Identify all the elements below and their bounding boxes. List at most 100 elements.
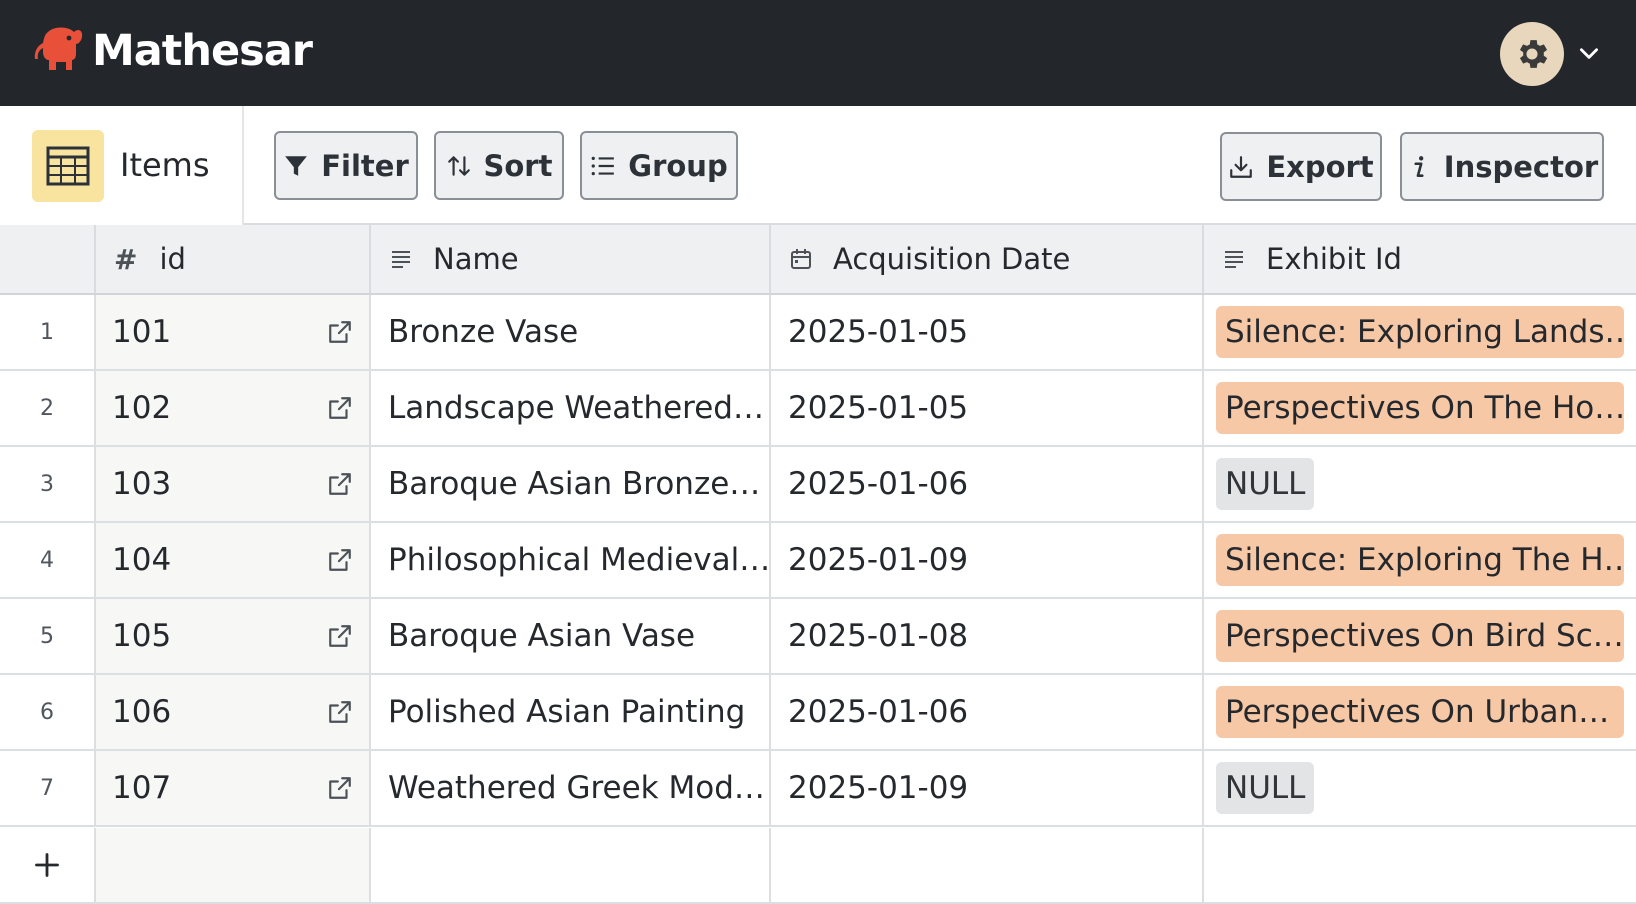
name-value: Weathered Greek Mod…	[388, 770, 765, 806]
date-value: 2025-01-05	[788, 390, 969, 426]
id-value: 106	[112, 694, 172, 730]
sort-button[interactable]: Sort	[434, 131, 564, 200]
exhibit-id-cell[interactable]: NULL	[1204, 751, 1636, 825]
external-link-icon[interactable]	[327, 547, 353, 573]
external-link-icon[interactable]	[327, 395, 353, 421]
download-icon	[1230, 155, 1253, 178]
filter-button[interactable]: Filter	[274, 131, 418, 200]
info-icon	[1414, 155, 1424, 177]
sort-arrows-icon	[447, 155, 470, 176]
name-value: Philosophical Medieval…	[388, 542, 771, 578]
table-row[interactable]: 6 106 Polished Asian Painting 2025-01-06…	[0, 675, 1636, 751]
name-cell[interactable]: Landscape Weathered…	[371, 371, 771, 445]
table-row[interactable]: 5 105 Baroque Asian Vase 2025-01-08 Pers…	[0, 599, 1636, 675]
add-row[interactable]	[0, 828, 1636, 904]
column-header-id[interactable]: # id	[96, 225, 371, 293]
id-cell[interactable]: 101	[96, 295, 371, 369]
exhibit-chip: Perspectives On Urban…	[1216, 686, 1624, 738]
name-cell[interactable]: Polished Asian Painting	[371, 675, 771, 749]
column-header-label: Name	[433, 242, 519, 276]
exhibit-chip: Silence: Exploring Lands…	[1216, 306, 1624, 358]
column-header-acquisition-date[interactable]: Acquisition Date	[771, 225, 1204, 293]
inspector-button[interactable]: Inspector	[1400, 132, 1604, 201]
row-number[interactable]: 1	[0, 295, 96, 369]
exhibit-id-cell[interactable]: Silence: Exploring The H…	[1204, 523, 1636, 597]
add-row-button[interactable]	[0, 828, 96, 902]
add-row-cell	[371, 828, 771, 902]
header-row: # id Name Acquisition Date Exhibit Id	[0, 225, 1636, 295]
id-cell[interactable]: 102	[96, 371, 371, 445]
exhibit-id-cell[interactable]: Perspectives On The Ho…	[1204, 371, 1636, 445]
null-badge: NULL	[1216, 762, 1315, 814]
date-value: 2025-01-06	[788, 466, 969, 502]
exhibit-id-cell[interactable]: Perspectives On Urban…	[1204, 675, 1636, 749]
plus-icon	[35, 853, 59, 877]
exhibit-id-cell[interactable]: Silence: Exploring Lands…	[1204, 295, 1636, 369]
row-number[interactable]: 4	[0, 523, 96, 597]
date-cell[interactable]: 2025-01-05	[771, 295, 1204, 369]
group-button[interactable]: Group	[580, 131, 738, 200]
name-cell[interactable]: Baroque Asian Bronze…	[371, 447, 771, 521]
chevron-down-icon[interactable]	[1576, 40, 1602, 66]
table-row[interactable]: 3 103 Baroque Asian Bronze… 2025-01-06 N…	[0, 447, 1636, 523]
export-label: Export	[1266, 149, 1374, 184]
id-value: 104	[112, 542, 172, 578]
elephant-logo-icon[interactable]	[34, 24, 84, 76]
data-grid: # id Name Acquisition Date Exhibit Id 1 …	[0, 225, 1636, 904]
export-button[interactable]: Export	[1220, 132, 1382, 201]
column-header-name[interactable]: Name	[371, 225, 771, 293]
brand-name[interactable]: Mathesar	[92, 26, 313, 76]
id-cell[interactable]: 104	[96, 523, 371, 597]
exhibit-id-cell[interactable]: Perspectives On Bird Sc…	[1204, 599, 1636, 673]
row-number[interactable]: 5	[0, 599, 96, 673]
table-row[interactable]: 4 104 Philosophical Medieval… 2025-01-09…	[0, 523, 1636, 599]
external-link-icon[interactable]	[327, 319, 353, 345]
row-number[interactable]: 6	[0, 675, 96, 749]
date-value: 2025-01-09	[788, 542, 969, 578]
row-number[interactable]: 2	[0, 371, 96, 445]
date-value: 2025-01-09	[788, 770, 969, 806]
id-value: 105	[112, 618, 172, 654]
name-cell[interactable]: Bronze Vase	[371, 295, 771, 369]
date-cell[interactable]: 2025-01-06	[771, 675, 1204, 749]
table-row[interactable]: 1 101 Bronze Vase 2025-01-05 Silence: Ex…	[0, 295, 1636, 371]
row-number[interactable]: 7	[0, 751, 96, 825]
table-row[interactable]: 2 102 Landscape Weathered… 2025-01-05 Pe…	[0, 371, 1636, 447]
top-bar: Mathesar	[0, 0, 1636, 106]
column-header-exhibit-id[interactable]: Exhibit Id	[1204, 225, 1636, 293]
name-value: Baroque Asian Vase	[388, 618, 696, 654]
table-row[interactable]: 7 107 Weathered Greek Mod… 2025-01-09 NU…	[0, 751, 1636, 827]
column-header-label: Exhibit Id	[1266, 242, 1402, 276]
row-number-header	[0, 225, 96, 293]
table-name: Items	[120, 146, 210, 184]
exhibit-chip: Silence: Exploring The H…	[1216, 534, 1624, 586]
date-cell[interactable]: 2025-01-09	[771, 523, 1204, 597]
text-lines-icon	[1225, 251, 1243, 268]
id-cell[interactable]: 107	[96, 751, 371, 825]
sort-label: Sort	[483, 148, 553, 183]
external-link-icon[interactable]	[327, 775, 353, 801]
external-link-icon[interactable]	[327, 699, 353, 725]
external-link-icon[interactable]	[327, 623, 353, 649]
table-icon	[32, 130, 104, 202]
date-cell[interactable]: 2025-01-08	[771, 599, 1204, 673]
name-value: Bronze Vase	[388, 314, 579, 350]
name-cell[interactable]: Baroque Asian Vase	[371, 599, 771, 673]
date-value: 2025-01-08	[788, 618, 969, 654]
name-cell[interactable]: Philosophical Medieval…	[371, 523, 771, 597]
row-number[interactable]: 3	[0, 447, 96, 521]
table-tab[interactable]: Items	[0, 106, 244, 225]
exhibit-chip: Perspectives On Bird Sc…	[1216, 610, 1624, 662]
date-cell[interactable]: 2025-01-05	[771, 371, 1204, 445]
external-link-icon[interactable]	[327, 471, 353, 497]
id-value: 101	[112, 314, 172, 350]
date-cell[interactable]: 2025-01-06	[771, 447, 1204, 521]
id-cell[interactable]: 103	[96, 447, 371, 521]
id-cell[interactable]: 106	[96, 675, 371, 749]
exhibit-id-cell[interactable]: NULL	[1204, 447, 1636, 521]
date-cell[interactable]: 2025-01-09	[771, 751, 1204, 825]
id-cell[interactable]: 105	[96, 599, 371, 673]
settings-button[interactable]	[1500, 22, 1564, 86]
text-lines-icon	[392, 251, 410, 268]
name-cell[interactable]: Weathered Greek Mod…	[371, 751, 771, 825]
